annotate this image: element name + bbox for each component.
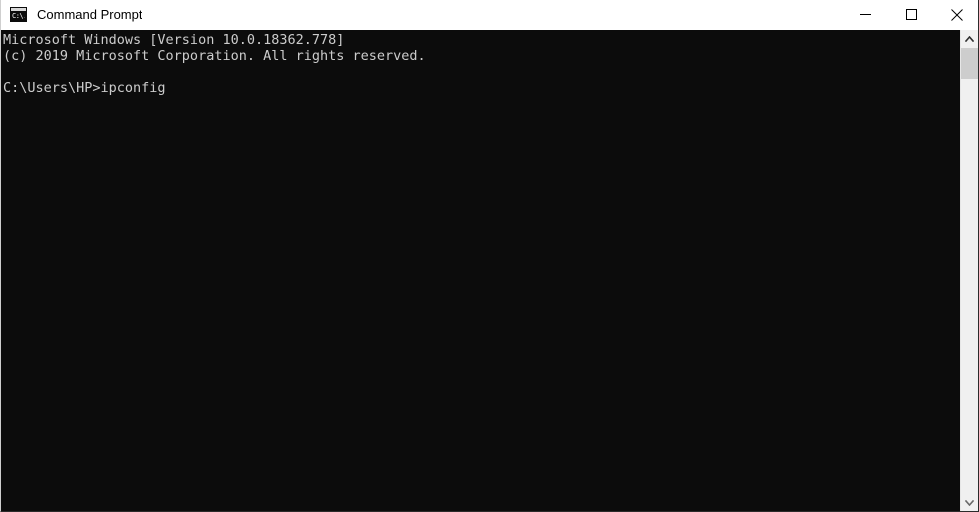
window-title: Command Prompt <box>37 7 143 22</box>
minimize-icon <box>859 14 871 15</box>
scrollbar-thumb[interactable] <box>961 48 978 79</box>
scrollbar-down-button[interactable] <box>961 494 978 511</box>
close-button[interactable] <box>934 0 978 30</box>
window-controls <box>842 0 978 30</box>
command-prompt-window: C:\. Command Prompt <box>0 0 979 512</box>
icon-prompt-glyph: C:\. <box>12 12 25 20</box>
close-icon <box>951 8 963 21</box>
console-output-area[interactable]: Microsoft Windows [Version 10.0.18362.77… <box>1 30 960 511</box>
chevron-up-icon <box>965 35 974 42</box>
console-text: Microsoft Windows [Version 10.0.18362.77… <box>3 32 426 96</box>
maximize-icon <box>905 9 917 20</box>
command-prompt-icon: C:\. <box>10 7 27 22</box>
minimize-button[interactable] <box>842 0 888 30</box>
scrollbar-up-button[interactable] <box>961 30 978 47</box>
maximize-button[interactable] <box>888 0 934 30</box>
chevron-down-icon <box>965 499 974 506</box>
titlebar-left: C:\. Command Prompt <box>1 7 842 22</box>
vertical-scrollbar[interactable] <box>960 30 978 511</box>
titlebar[interactable]: C:\. Command Prompt <box>1 0 978 30</box>
